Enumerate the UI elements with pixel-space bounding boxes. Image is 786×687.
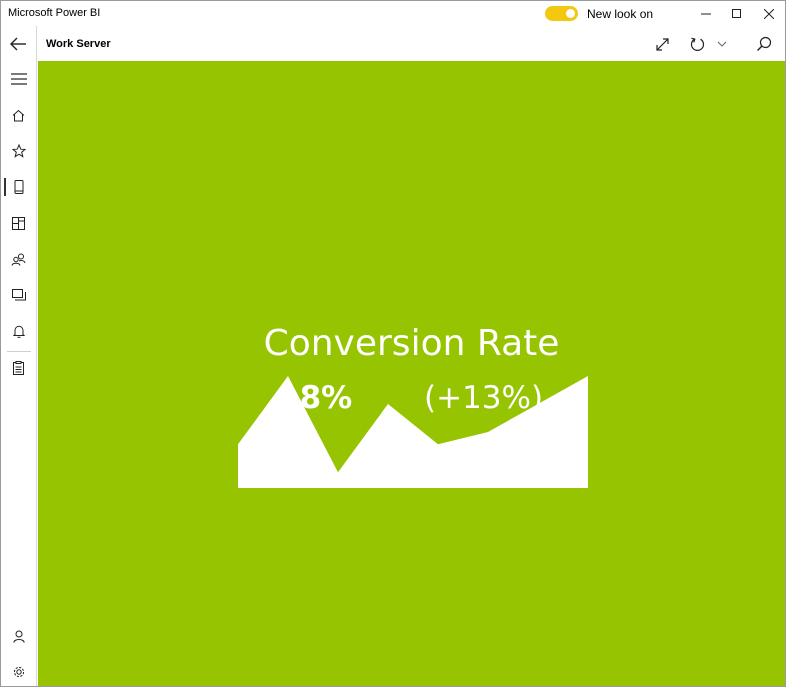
expand-icon [655, 37, 669, 51]
nav-divider [7, 351, 31, 352]
nav-apps[interactable] [1, 280, 36, 310]
nav-account[interactable] [1, 621, 36, 651]
clipboard-icon [13, 361, 24, 375]
apps-icon [11, 289, 26, 301]
nav-favorites[interactable] [1, 136, 36, 166]
search-icon [757, 36, 772, 51]
nav-settings[interactable] [1, 657, 36, 687]
back-button[interactable] [1, 29, 36, 59]
maximize-button[interactable] [720, 1, 754, 26]
app-title: Microsoft Power BI [8, 7, 101, 19]
dashboards-icon [12, 216, 25, 230]
hamburger-menu-icon [10, 73, 27, 85]
refresh-button[interactable] [685, 31, 731, 57]
nav-dashboards[interactable] [1, 208, 36, 238]
new-look-label: New look on [587, 7, 654, 21]
page-header: Work Server [37, 26, 785, 60]
new-look-toggle[interactable] [545, 6, 578, 21]
page-title: Work Server [46, 38, 111, 50]
nav-clipboard[interactable] [1, 353, 36, 383]
search-button[interactable] [751, 31, 777, 57]
close-icon [764, 8, 774, 19]
bell-icon [12, 325, 25, 338]
nav-device[interactable] [1, 172, 36, 202]
close-button[interactable] [752, 1, 786, 26]
minimize-button[interactable] [689, 1, 723, 26]
nav-shared[interactable] [1, 244, 36, 274]
title-bar: Microsoft Power BI New look on [1, 1, 785, 26]
focus-mode-button[interactable] [649, 31, 675, 57]
device-icon [14, 180, 23, 194]
nav-notifications[interactable] [1, 316, 36, 346]
refresh-icon [690, 37, 704, 51]
shared-icon [11, 253, 26, 266]
minimize-icon [701, 13, 711, 14]
user-icon [12, 630, 25, 643]
home-icon [12, 109, 25, 121]
sparkline-area [238, 376, 588, 488]
back-arrow-icon [10, 37, 26, 51]
maximize-icon [732, 8, 741, 18]
active-indicator [4, 178, 6, 196]
nav-home[interactable] [1, 100, 36, 130]
menu-button[interactable] [1, 64, 36, 94]
kpi-tile[interactable]: Conversion Rate 18% (+13%) [38, 61, 785, 686]
toggle-knob [566, 9, 575, 18]
settings-gear-icon [13, 666, 24, 678]
kpi-title: Conversion Rate [263, 323, 560, 364]
star-icon [11, 144, 26, 158]
left-nav [1, 26, 37, 686]
sparkline-area-chart [238, 376, 588, 488]
chevron-down-icon [717, 41, 726, 47]
app-window: Microsoft Power BI New look on Work Serv… [0, 0, 786, 687]
